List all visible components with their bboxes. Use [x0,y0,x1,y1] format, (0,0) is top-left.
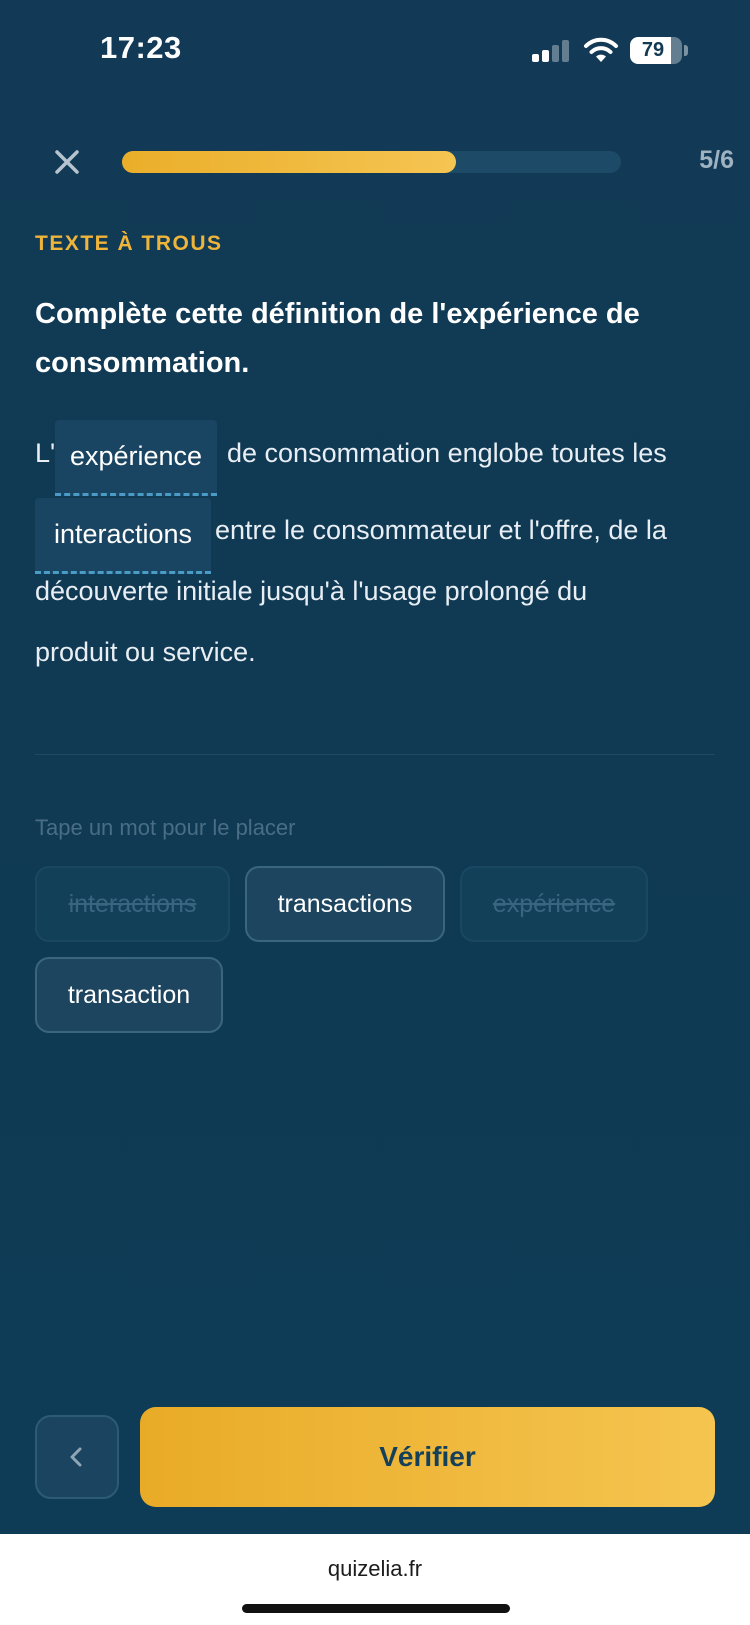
word-bank-hint: Tape un mot pour le placer [35,815,296,840]
progress-fill [122,151,457,173]
blank-slot-1[interactable]: expérience [55,420,217,496]
status-bar: 17:23 79 [0,0,750,100]
chevron-left-icon [70,1447,82,1467]
word-chip[interactable]: transaction [35,957,223,1033]
passage-prefix: L' [35,438,56,468]
word-chip-used: expérience [460,866,648,942]
browser-footer: quizelia.fr [0,1534,750,1625]
passage-line4: produit ou service. [35,637,256,667]
battery-tip [684,45,688,56]
word-chip[interactable]: transactions [245,866,445,942]
close-icon[interactable] [50,145,84,179]
exercise-type-label: TEXTE À TROUS [35,232,223,255]
passage-line3: découverte initiale jusqu'à l'usage prol… [35,576,588,606]
passage-line1: de consommation englobe toutes les [227,438,667,468]
quiz-screen: 17:23 79 5/6 TEXTE À TROUS Complète cett… [0,0,750,1534]
back-button[interactable] [35,1415,119,1499]
divider [35,754,715,755]
home-indicator [242,1604,510,1613]
progress-count: 5/6 [699,146,734,174]
word-chip-used: interactions [35,866,230,942]
question-title: Complète cette définition de l'expérienc… [35,298,640,379]
signal-icon [532,40,572,62]
passage-line2: entre le consommateur et l'offre, de la [215,515,667,545]
battery-percentage: 79 [641,39,665,61]
progress-bar [122,151,621,173]
status-time: 17:23 [100,30,182,65]
verify-button[interactable]: Vérifier [140,1407,715,1507]
url-label[interactable]: quizelia.fr [0,1556,750,1582]
wifi-icon [584,37,618,62]
battery-icon: 79 [630,37,682,64]
